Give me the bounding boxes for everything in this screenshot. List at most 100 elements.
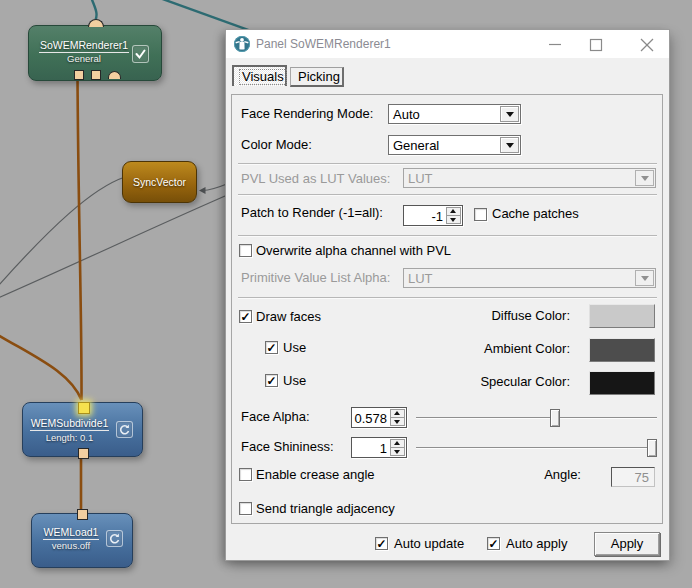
spinbox-value: 0.578: [354, 411, 387, 426]
combobox-value: LUT: [408, 171, 433, 186]
separator: [238, 235, 657, 236]
angle-input-disabled: 75: [611, 467, 655, 487]
send-triangle-checkbox[interactable]: ✓: [239, 502, 252, 515]
angle-label: Angle:: [544, 468, 581, 482]
wem-connection-vertical: [78, 74, 82, 400]
window-titlebar[interactable]: Panel SoWEMRenderer1: [226, 30, 669, 58]
tab-visuals[interactable]: Visuals: [232, 65, 287, 86]
separator: [238, 163, 657, 164]
chevron-down-icon: [641, 176, 649, 181]
node-refresh-icon[interactable]: [106, 530, 123, 547]
input-connector-2[interactable]: [91, 70, 101, 80]
draw-faces-checkbox[interactable]: ✓: [239, 310, 252, 323]
combobox-dropdown-button[interactable]: [500, 137, 519, 153]
cache-patches-label[interactable]: Cache patches: [492, 207, 579, 221]
spinbox-value: 1: [380, 441, 387, 456]
face-shininess-slider-track[interactable]: [416, 447, 657, 448]
chevron-down-icon: [506, 112, 514, 117]
diffuse-color-swatch[interactable]: [589, 304, 655, 328]
auto-update-label[interactable]: Auto update: [394, 537, 464, 551]
input-connector-3[interactable]: [108, 71, 121, 79]
spinbox-value: -1: [431, 209, 443, 224]
pvl-alpha-combobox-disabled: LUT: [403, 268, 656, 288]
auto-apply-checkbox[interactable]: ✓: [487, 537, 500, 550]
combobox-dropdown-button: [635, 170, 654, 186]
overwrite-alpha-checkbox[interactable]: ✓: [239, 244, 252, 257]
use-specular-checkbox[interactable]: ✓: [265, 374, 278, 387]
tab-visuals-label: Visuals: [239, 69, 287, 85]
ambient-color-label: Ambient Color:: [484, 342, 570, 356]
face-alpha-slider-track[interactable]: [416, 417, 657, 418]
face-shininess-slider-handle[interactable]: [647, 439, 657, 457]
specular-color-swatch[interactable]: [589, 371, 655, 395]
node-syncvector[interactable]: SyncVector: [122, 161, 197, 203]
combobox-dropdown-button: [635, 270, 654, 286]
chevron-down-icon: [641, 276, 649, 281]
send-triangle-label[interactable]: Send triangle adjacency: [256, 502, 395, 516]
triangle-down-icon: [394, 450, 400, 454]
draw-faces-label[interactable]: Draw faces: [256, 310, 321, 324]
face-rendering-mode-label: Face Rendering Mode:: [241, 107, 373, 121]
face-alpha-label: Face Alpha:: [241, 410, 310, 424]
spin-down-button[interactable]: [446, 215, 461, 224]
use-ambient-label[interactable]: Use: [283, 341, 306, 355]
face-rendering-mode-combobox[interactable]: Auto: [388, 104, 521, 124]
param-connection-lower: [0, 193, 232, 298]
input-connector[interactable]: [77, 509, 88, 520]
overwrite-alpha-label[interactable]: Overwrite alpha channel with PVL: [256, 244, 451, 258]
input-connector-1[interactable]: [74, 70, 84, 80]
node-wemsubdivide1[interactable]: WEMSubdivide1 Length: 0.1: [22, 402, 143, 457]
enable-crease-label[interactable]: Enable crease angle: [256, 468, 375, 482]
face-alpha-slider-handle[interactable]: [550, 409, 560, 427]
combobox-value: Auto: [393, 107, 420, 122]
ambient-color-swatch[interactable]: [589, 338, 655, 362]
face-shininess-spinbox[interactable]: 1: [351, 437, 407, 458]
triangle-up-icon: [394, 411, 400, 415]
angle-value: 75: [635, 470, 649, 485]
triangle-down-icon: [394, 420, 400, 424]
close-button[interactable]: [630, 30, 664, 58]
auto-apply-label[interactable]: Auto apply: [506, 537, 567, 551]
wem-connection-from-left: [0, 335, 82, 400]
face-shininess-label: Face Shininess:: [241, 440, 334, 454]
chevron-down-icon: [506, 143, 514, 148]
triangle-up-icon: [450, 209, 456, 213]
pvl-lut-combobox-disabled: LUT: [403, 168, 656, 188]
auto-update-checkbox[interactable]: ✓: [375, 537, 388, 550]
use-specular-label[interactable]: Use: [283, 374, 306, 388]
tab-picking[interactable]: Picking: [290, 67, 344, 87]
apply-button[interactable]: Apply: [594, 532, 660, 556]
separator: [238, 297, 657, 298]
separator: [238, 194, 657, 195]
diffuse-color-label: Diffuse Color:: [491, 309, 570, 323]
input-connector-highlighted[interactable]: [78, 402, 90, 414]
spin-down-button[interactable]: [390, 417, 405, 426]
window-title: Panel SoWEMRenderer1: [256, 30, 391, 59]
pvl-lut-label: PVL Used as LUT Values:: [241, 172, 390, 186]
node-refresh-icon[interactable]: [116, 421, 133, 438]
output-connector[interactable]: [78, 448, 89, 459]
node-enabled-checkbox-icon[interactable]: [132, 45, 149, 63]
triangle-up-icon: [394, 441, 400, 445]
use-ambient-checkbox[interactable]: ✓: [265, 341, 278, 354]
enable-crease-checkbox[interactable]: ✓: [239, 468, 252, 481]
tab-picking-label: Picking: [298, 70, 340, 84]
mevislab-app-icon: [234, 36, 250, 52]
cache-patches-checkbox[interactable]: ✓: [474, 208, 487, 221]
color-mode-combobox[interactable]: General: [388, 135, 521, 155]
patch-to-render-label: Patch to Render (-1=all):: [241, 206, 383, 220]
node-sowemrenderer1[interactable]: SoWEMRenderer1 General: [28, 25, 162, 81]
patch-to-render-spinbox[interactable]: -1: [403, 205, 463, 226]
face-alpha-spinbox[interactable]: 0.578: [351, 407, 407, 428]
maximize-button[interactable]: [579, 30, 613, 58]
color-mode-label: Color Mode:: [241, 138, 312, 152]
mevislab-network-canvas: SoWEMRenderer1 General SyncVector WEMSub…: [0, 0, 692, 588]
spin-down-button[interactable]: [390, 447, 405, 456]
combobox-value: LUT: [408, 271, 433, 286]
minimize-button[interactable]: [538, 30, 572, 58]
node-title: SyncVector: [123, 176, 196, 188]
triangle-down-icon: [450, 218, 456, 222]
node-wemload1[interactable]: WEMLoad1 venus.off: [31, 513, 133, 568]
combobox-dropdown-button[interactable]: [500, 106, 519, 122]
param-arrowhead: [199, 187, 206, 194]
